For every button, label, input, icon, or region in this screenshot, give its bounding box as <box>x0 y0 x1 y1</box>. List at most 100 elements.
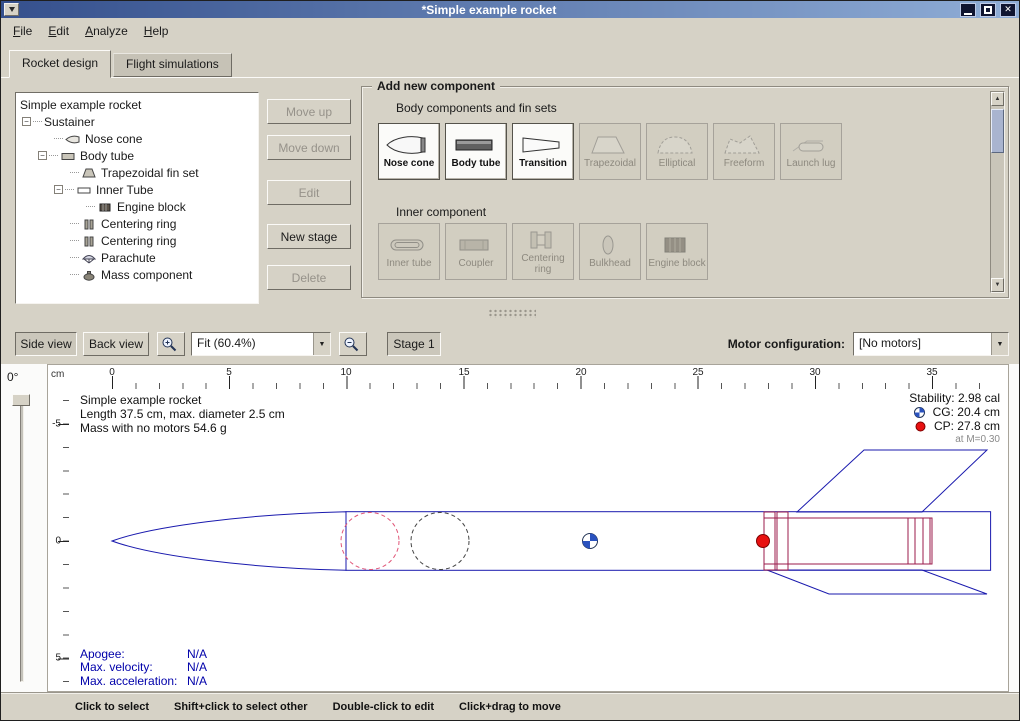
rocket-name: Simple example rocket <box>80 393 285 407</box>
chevron-down-icon[interactable]: ▼ <box>313 333 330 355</box>
apogee-value: N/A <box>187 648 207 661</box>
component-scrollbar[interactable]: ▲ ▼ <box>990 91 1005 293</box>
add-bulkhead-button[interactable]: Bulkhead <box>579 223 641 280</box>
motor-configuration-label: Motor configuration: <box>728 337 845 351</box>
tree-item-engine-block[interactable]: Engine block <box>16 198 258 215</box>
scroll-up-icon[interactable]: ▲ <box>991 92 1004 106</box>
group-title: Add new component <box>372 79 500 93</box>
tree-item-parachute[interactable]: Parachute <box>16 249 258 266</box>
centering-ring-icon <box>81 218 97 230</box>
add-transition-button[interactable]: Transition <box>512 123 574 180</box>
rotation-angle-label: 0° <box>7 370 18 384</box>
stability-block: Stability: 2.98 cal CG: 20.4 cm CP: 27.8… <box>909 391 1000 447</box>
menu-help[interactable]: Help <box>136 21 177 41</box>
fin-set-icon <box>81 167 97 179</box>
tree-item-rocket-root[interactable]: Simple example rocket <box>16 96 258 113</box>
new-stage-button[interactable]: New stage <box>267 224 351 249</box>
flight-stats-block: Apogee:N/A Max. velocity:N/A Max. accele… <box>80 648 207 688</box>
tree-item-body-tube[interactable]: − Body tube <box>16 147 258 164</box>
cp-value: CP: 27.8 cm <box>934 419 1000 433</box>
collapse-handle-icon[interactable]: − <box>38 151 47 160</box>
apogee-label: Apogee: <box>80 648 187 661</box>
move-up-button[interactable]: Move up <box>267 99 351 124</box>
tree-item-inner-tube[interactable]: − Inner Tube <box>16 181 258 198</box>
nose-cone-outline[interactable] <box>112 512 346 571</box>
add-engine-block-button[interactable]: Engine block <box>646 223 708 280</box>
tree-item-trapezoidal-fin-set[interactable]: Trapezoidal fin set <box>16 164 258 181</box>
stage-1-toggle[interactable]: Stage 1 <box>387 332 441 356</box>
window-menu-icon[interactable] <box>4 3 19 16</box>
add-nose-cone-button[interactable]: Nose cone <box>378 123 440 180</box>
centering-ring-2-outline[interactable] <box>777 512 788 570</box>
centering-ring-icon <box>81 235 97 247</box>
chevron-down-icon[interactable]: ▼ <box>991 333 1008 355</box>
scrollbar-thumb[interactable] <box>991 109 1004 153</box>
stability-value: Stability: 2.98 cal <box>909 391 1000 405</box>
fin-lower-outline[interactable] <box>767 570 987 594</box>
add-freeform-fin-button[interactable]: Freeform <box>713 123 775 180</box>
cp-legend-icon <box>915 421 926 432</box>
zoom-out-button[interactable] <box>339 332 367 356</box>
back-view-button[interactable]: Back view <box>83 332 149 356</box>
mass-component-icon <box>81 269 97 281</box>
zoom-select[interactable]: Fit (60.4%) ▼ <box>191 332 331 356</box>
scroll-down-icon[interactable]: ▼ <box>991 278 1004 292</box>
tree-item-nose-cone[interactable]: Nose cone <box>16 130 258 147</box>
add-body-tube-button[interactable]: Body tube <box>445 123 507 180</box>
add-launch-lug-button[interactable]: Launch lug <box>780 123 842 180</box>
add-trapezoidal-fin-button[interactable]: Trapezoidal <box>579 123 641 180</box>
minimize-icon[interactable] <box>960 3 976 17</box>
tree-item-centering-ring-1[interactable]: Centering ring <box>16 215 258 232</box>
rotation-slider-handle[interactable] <box>12 394 30 406</box>
tab-rocket-design[interactable]: Rocket design <box>9 50 111 78</box>
mass-component-marker[interactable] <box>411 513 469 570</box>
delete-button[interactable]: Delete <box>267 265 351 290</box>
nose-cone-icon <box>385 133 429 157</box>
coupler-icon <box>452 233 496 257</box>
collapse-handle-icon[interactable]: − <box>54 185 63 194</box>
launch-lug-icon <box>787 133 831 157</box>
motor-configuration-group: Motor configuration: [No motors] ▼ <box>728 332 1009 356</box>
inner-tube-outline[interactable] <box>764 518 932 564</box>
menu-bar: File Edit Analyze Help <box>1 18 1019 44</box>
add-elliptical-fin-button[interactable]: Elliptical <box>646 123 708 180</box>
window-title: *Simple example rocket <box>22 3 956 17</box>
parachute-marker[interactable] <box>341 513 399 570</box>
inner-section-label: Inner component <box>396 205 486 219</box>
cg-marker[interactable] <box>583 534 598 549</box>
tree-item-sustainer[interactable]: − Sustainer <box>16 113 258 130</box>
rotation-slider-track[interactable] <box>20 396 24 682</box>
tree-item-mass-component[interactable]: Mass component <box>16 266 258 283</box>
transition-icon <box>519 133 563 157</box>
collapse-handle-icon[interactable]: − <box>22 117 31 126</box>
menu-file[interactable]: File <box>5 21 40 41</box>
fin-upper-outline[interactable] <box>797 450 987 512</box>
add-inner-tube-button[interactable]: Inner tube <box>378 223 440 280</box>
add-centering-ring-button[interactable]: Centering ring <box>512 223 574 280</box>
maximize-icon[interactable] <box>980 3 996 17</box>
max-velocity-label: Max. velocity: <box>80 661 187 674</box>
motor-configuration-select[interactable]: [No motors] ▼ <box>853 332 1009 356</box>
zoom-in-icon <box>161 336 177 352</box>
zoom-in-button[interactable] <box>157 332 185 356</box>
tab-flight-simulations[interactable]: Flight simulations <box>113 53 232 77</box>
engine-block-icon <box>653 233 697 257</box>
edit-button[interactable]: Edit <box>267 180 351 205</box>
menu-edit[interactable]: Edit <box>40 21 77 41</box>
engine-block-outline[interactable] <box>908 518 930 564</box>
zoom-out-icon <box>343 336 359 352</box>
close-icon[interactable]: ✕ <box>1000 3 1016 17</box>
zoom-select-value: Fit (60.4%) <box>192 333 313 355</box>
side-view-button[interactable]: Side view <box>15 332 77 356</box>
freeform-fin-icon <box>720 133 764 157</box>
move-down-button[interactable]: Move down <box>267 135 351 160</box>
add-coupler-button[interactable]: Coupler <box>445 223 507 280</box>
tree-item-centering-ring-2[interactable]: Centering ring <box>16 232 258 249</box>
splitter-handle[interactable] <box>488 309 536 318</box>
body-section-label: Body components and fin sets <box>396 101 557 115</box>
rocket-canvas[interactable]: cm 0 5 10 15 20 25 30 35 -5 0 5 <box>47 364 1009 692</box>
menu-analyze[interactable]: Analyze <box>77 21 136 41</box>
body-tube-outline[interactable] <box>346 512 991 571</box>
rocket-dimensions: Length 37.5 cm, max. diameter 2.5 cm <box>80 407 285 421</box>
cp-marker[interactable] <box>757 535 770 548</box>
